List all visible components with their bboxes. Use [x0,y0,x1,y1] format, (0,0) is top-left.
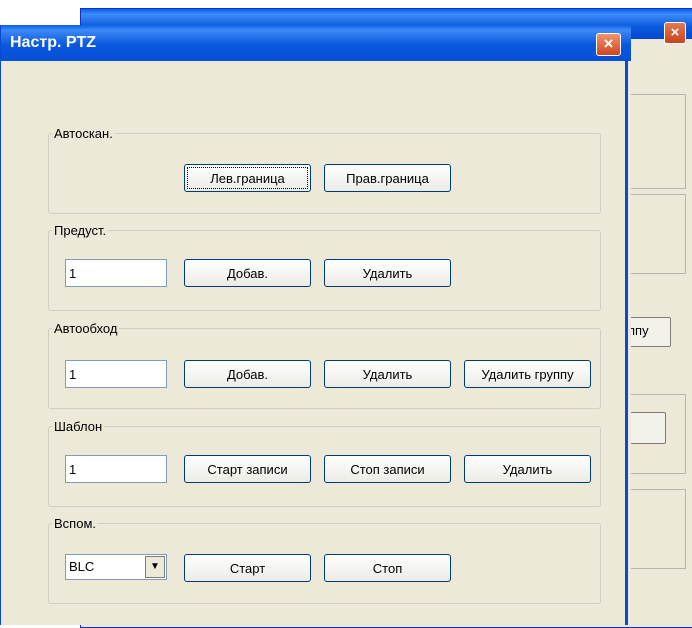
autoscan-group: Автоскан. Лев.граница Прав.граница [48,126,601,214]
aux-legend: Вспом. [54,516,96,531]
autoscan-legend: Автоскан. [54,126,113,141]
preset-add-button[interactable]: Добав. [184,259,311,287]
tour-number-input[interactable] [65,360,167,388]
left-bound-button[interactable]: Лев.граница [184,164,311,192]
pattern-group: Шаблон Старт записи Стоп записи Удалить [48,419,601,507]
close-button[interactable]: × [596,33,621,56]
preset-group: Предуст. Добав. Удалить [48,223,601,311]
dialog-client-area: Автоскан. Лев.граница Прав.граница Преду… [4,61,628,625]
pattern-stop-record-button[interactable]: Стоп записи [324,455,451,483]
dialog-titlebar[interactable]: Настр. PTZ × [1,25,631,61]
background-group [626,94,686,189]
preset-delete-button[interactable]: Удалить [324,259,451,287]
aux-start-button[interactable]: Старт [184,554,311,582]
chevron-down-icon[interactable]: ▼ [145,556,165,578]
pattern-number-input[interactable] [65,455,167,483]
close-icon: × [670,24,680,41]
pattern-legend: Шаблон [54,419,103,434]
tour-delete-group-button[interactable]: Удалить группу [464,360,591,388]
ptz-settings-dialog: Настр. PTZ × Автоскан. Лев.граница Прав.… [0,25,631,625]
tour-legend: Автообход [54,321,118,336]
tour-add-button[interactable]: Добав. [184,360,311,388]
aux-stop-button[interactable]: Стоп [324,554,451,582]
dialog-title: Настр. PTZ [10,34,97,51]
preset-number-input[interactable] [65,259,167,287]
right-bound-button[interactable]: Прав.граница [324,164,451,192]
background-close-button[interactable]: × [664,22,686,44]
pattern-start-record-button[interactable]: Старт записи [184,455,311,483]
pattern-delete-button[interactable]: Удалить [464,455,591,483]
aux-function-select[interactable]: BLC ▼ [65,554,167,580]
background-group [626,194,686,274]
background-group [626,489,686,569]
preset-legend: Предуст. [54,223,107,238]
tour-delete-button[interactable]: Удалить [324,360,451,388]
aux-group: Вспом. BLC ▼ Старт Стоп [48,516,601,604]
close-icon: × [603,34,614,53]
aux-function-value: BLC [69,559,95,574]
tour-group: Автообход Добав. Удалить Удалить группу [48,321,601,409]
